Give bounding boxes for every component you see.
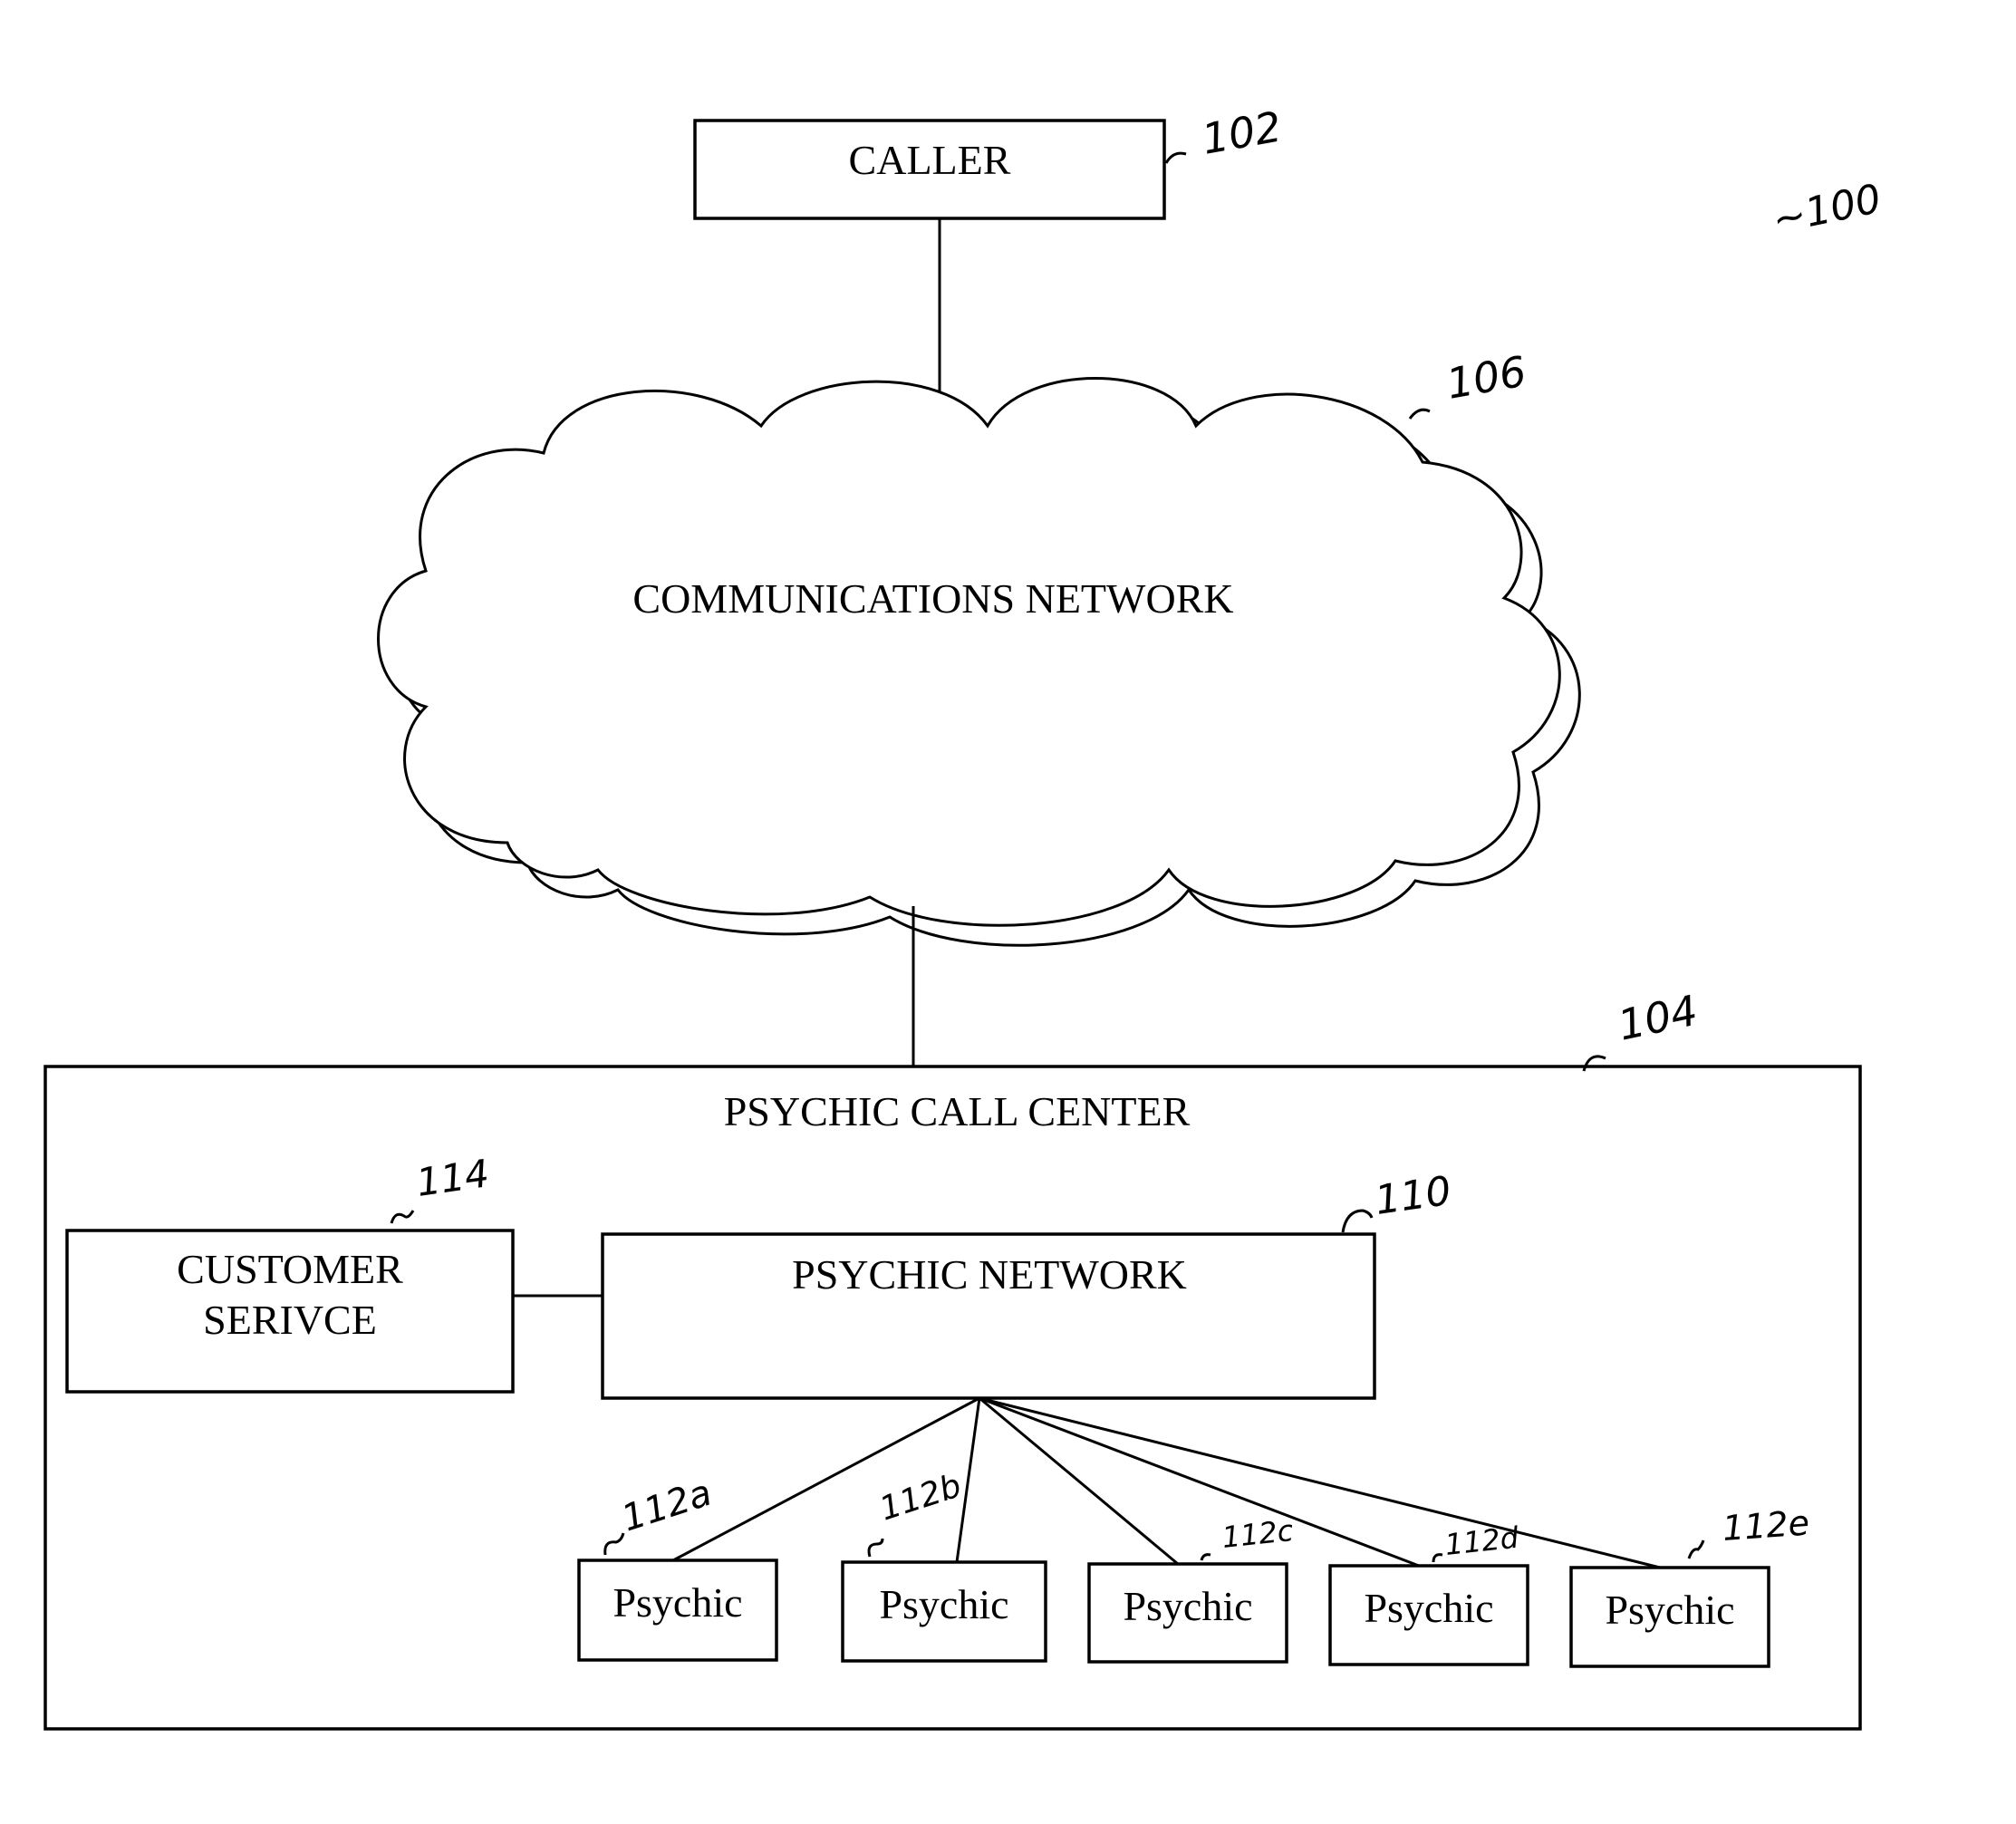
communications-network-cloud: [377, 377, 1581, 947]
caller-label: CALLER: [849, 137, 1011, 183]
call-center-ref-label: 104: [1614, 986, 1702, 1050]
psychic-ref-label: 112e: [1722, 1502, 1811, 1549]
caller-ref-leader: [1164, 151, 1187, 164]
customer-service-line1: CUSTOMER: [177, 1246, 403, 1292]
caller-ref-label: 102: [1199, 101, 1286, 163]
network-label: COMMUNICATIONS NETWORK: [632, 575, 1233, 622]
psychic-label: Psychic: [1364, 1585, 1493, 1631]
figure-ref-label: ~100: [1769, 176, 1886, 244]
psychic-network-label: PSYCHIC NETWORK: [792, 1251, 1187, 1298]
psychic-label: Psychic: [879, 1581, 1008, 1627]
psychic-label: Psychic: [1123, 1583, 1252, 1629]
psychic-label: Psychic: [613, 1579, 742, 1626]
psychic-label: Psychic: [1605, 1587, 1734, 1633]
customer-service-line2: SERIVCE: [203, 1297, 377, 1343]
network-ref-label: 106: [1443, 346, 1530, 408]
call-center-label: PSYCHIC CALL CENTER: [724, 1088, 1191, 1134]
diagram-canvas: ~100 CALLER 102 COMMUNICATIONS NETWORK 1…: [43, 101, 1886, 1731]
network-ref-leader: [1408, 408, 1431, 420]
